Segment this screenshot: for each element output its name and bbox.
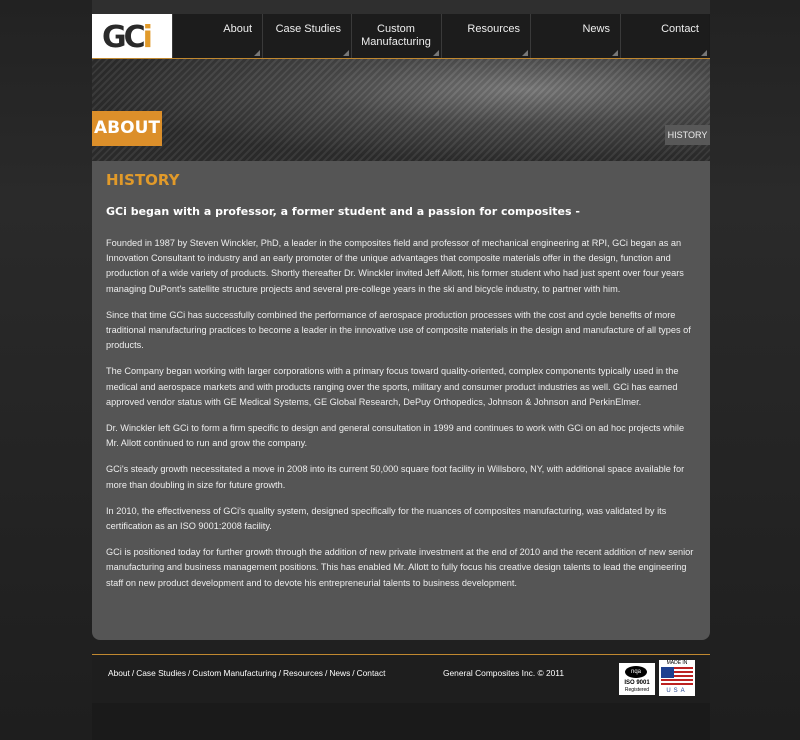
iso-label: ISO 9001 <box>624 680 650 686</box>
nav-label: Custom Manufacturing <box>361 23 431 48</box>
copyright: General Composites Inc. © 2011 <box>443 668 564 678</box>
corner-arrow-icon <box>701 50 707 56</box>
paragraph: Since that time GCi has successfully com… <box>106 309 691 351</box>
section-title: ABOUT <box>92 111 162 146</box>
bottom-strip <box>92 703 710 740</box>
iso-registered: Registered <box>624 687 650 693</box>
made-in-usa-flag-icon: MADE IN USA <box>659 660 695 696</box>
footer-link-news[interactable]: News <box>329 668 350 678</box>
paragraph: GCi is positioned today for further grow… <box>106 547 694 588</box>
nav-news[interactable]: News <box>530 14 620 58</box>
site-footer: About / Case Studies / Custom Manufacturing /… <box>92 655 710 703</box>
footer-link-custom-manufacturing[interactable]: Custom Manufacturing <box>192 668 276 678</box>
hero-banner: ABOUT HISTORY <box>92 59 710 161</box>
main-nav: About Case Studies Custom Manufacturing … <box>172 14 709 58</box>
nav-label: News <box>582 23 610 35</box>
nav-label: Case Studies <box>275 23 341 35</box>
page-wrapper: GCi About Case Studies Custom Manufactur… <box>92 0 710 740</box>
nav-contact[interactable]: Contact <box>620 14 709 58</box>
gci-logo[interactable]: GCi <box>92 14 172 58</box>
subnav-history[interactable]: HISTORY <box>665 125 710 145</box>
footer-link-about[interactable]: About <box>108 668 130 678</box>
corner-arrow-icon <box>343 50 349 56</box>
nav-custom-manufacturing[interactable]: Custom Manufacturing <box>351 14 441 58</box>
nqa-logo: nqa <box>625 666 647 678</box>
article-body: Founded in 1987 by Steven Winckler, PhD,… <box>106 236 698 602</box>
nav-label: Contact <box>661 23 699 35</box>
corner-arrow-icon <box>433 50 439 56</box>
footer-nav: About / Case Studies / Custom Manufacturing /… <box>108 668 385 678</box>
nav-label: About <box>223 23 252 35</box>
nav-case-studies[interactable]: Case Studies <box>262 14 351 58</box>
flag-canton <box>661 667 674 678</box>
paragraph: The Company began working with larger co… <box>106 366 679 407</box>
footer-link-contact[interactable]: Contact <box>357 668 386 678</box>
logo-text: GCi <box>102 20 153 55</box>
corner-arrow-icon <box>522 50 528 56</box>
lead-text: GCi began with a professor, a former stu… <box>106 205 580 218</box>
footer-link-case-studies[interactable]: Case Studies <box>136 668 186 678</box>
nav-resources[interactable]: Resources <box>441 14 530 58</box>
site-header: GCi About Case Studies Custom Manufactur… <box>92 14 710 58</box>
nav-label: Resources <box>467 23 520 35</box>
made-in-label: MADE IN <box>666 660 688 666</box>
top-strip <box>92 0 710 14</box>
paragraph: Founded in 1987 by Steven Winckler, PhD,… <box>106 238 684 294</box>
corner-arrow-icon <box>254 50 260 56</box>
content-panel: HISTORY GCi began with a professor, a fo… <box>92 161 710 640</box>
page-title: HISTORY <box>106 171 180 189</box>
paragraph: Dr. Winckler left GCi to form a firm spe… <box>106 423 685 449</box>
iso-9001-badge-icon: nqa ISO 9001 Registered <box>619 663 655 695</box>
nav-about[interactable]: About <box>172 14 262 58</box>
corner-arrow-icon <box>612 50 618 56</box>
paragraph: GCi's steady growth necessitated a move … <box>106 464 685 490</box>
paragraph: In 2010, the effectiveness of GCi's qual… <box>106 505 667 532</box>
usa-label: USA <box>666 688 688 694</box>
footer-link-resources[interactable]: Resources <box>283 668 323 678</box>
